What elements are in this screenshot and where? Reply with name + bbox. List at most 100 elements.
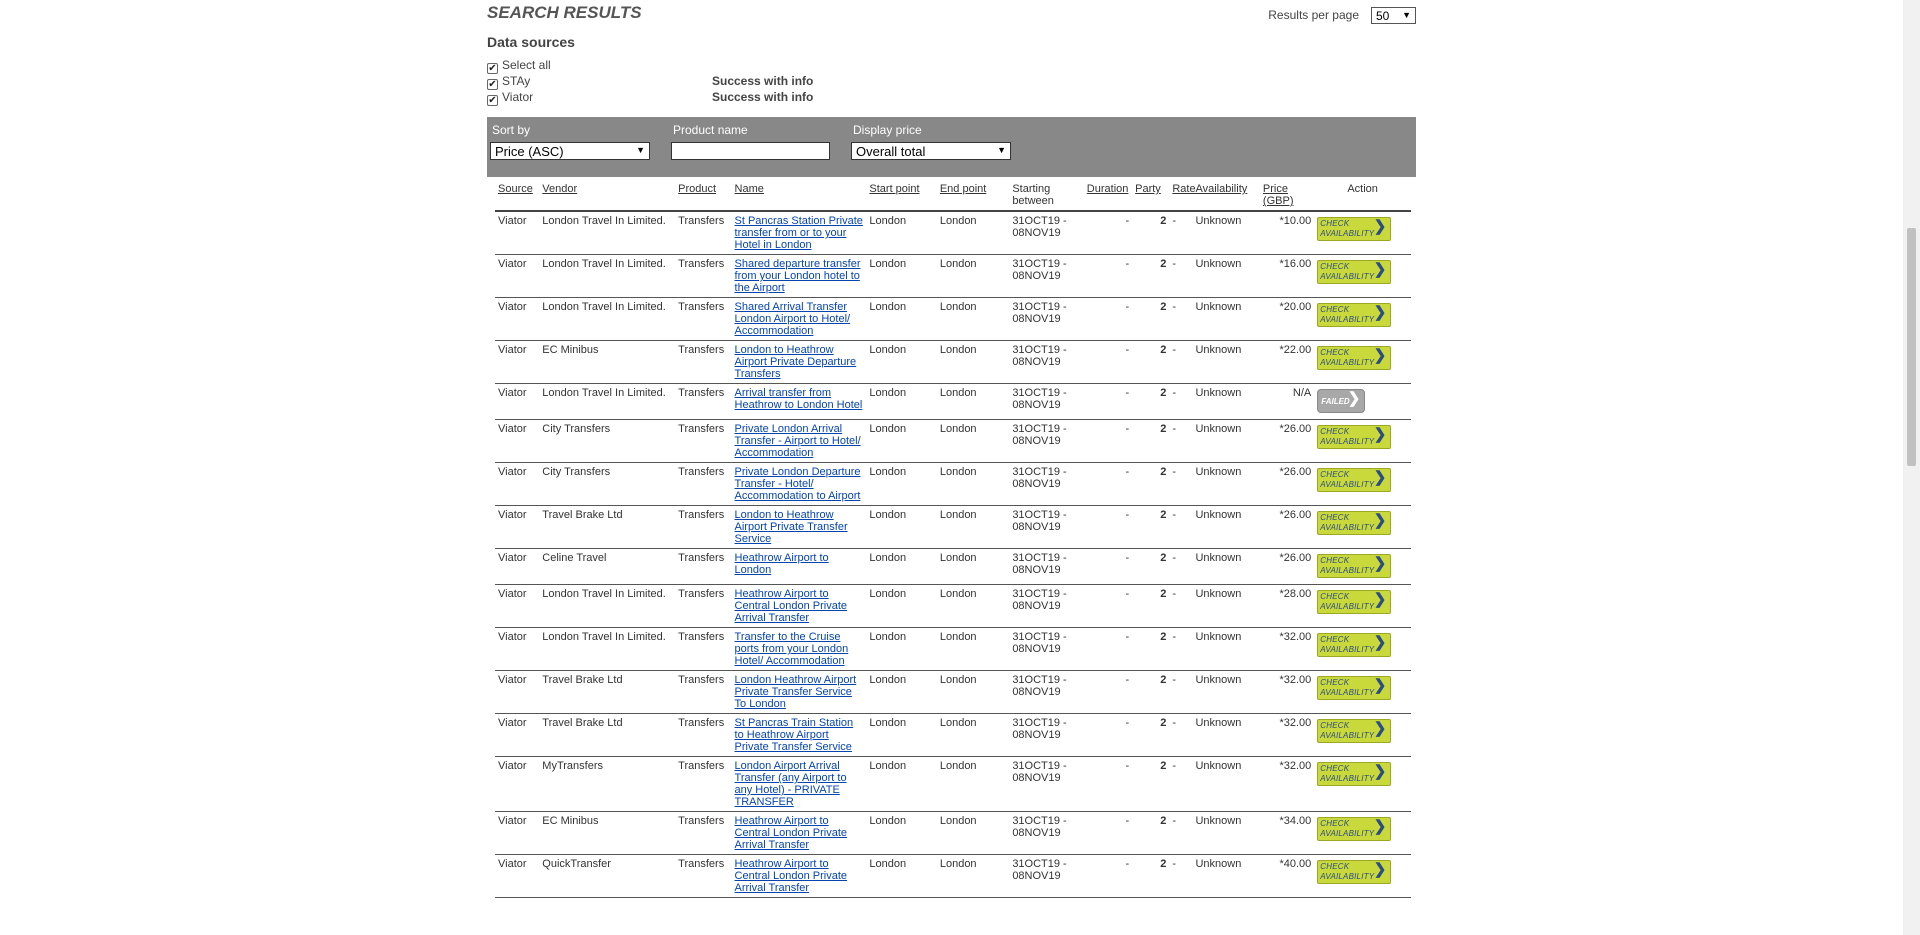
header-end-point[interactable]: End point [936, 182, 1010, 212]
check-availability-button[interactable]: CHECK AVAILABILITY ❯ [1317, 303, 1392, 327]
check-availability-button[interactable]: CHECK AVAILABILITY ❯ [1317, 260, 1392, 284]
check-availability-button[interactable]: CHECK AVAILABILITY ❯ [1317, 511, 1392, 535]
viator-checkbox[interactable]: ✔ [487, 95, 498, 106]
header-name[interactable]: Name [731, 182, 867, 212]
cell-availability: Unknown [1192, 297, 1260, 341]
product-name-link[interactable]: St Pancras Station Private transfer from… [735, 215, 863, 251]
display-price-value: Overall total [856, 144, 926, 159]
header-duration[interactable]: Duration [1083, 182, 1133, 212]
product-name-link[interactable]: Heathrow Airport to Central London Priva… [735, 588, 848, 624]
check-availability-button[interactable]: CHECK AVAILABILITY ❯ [1317, 468, 1392, 492]
cell-availability: Unknown [1192, 756, 1260, 812]
cell-vendor: London Travel In Limited. [539, 211, 676, 255]
check-availability-button[interactable]: CHECK AVAILABILITY ❯ [1317, 719, 1392, 743]
header-rate[interactable]: Rate [1169, 182, 1196, 212]
product-name-link[interactable]: Heathrow Airport to London [735, 552, 829, 576]
cell-product: Transfers [675, 211, 732, 255]
cell-duration: - [1083, 584, 1133, 628]
product-name-link[interactable]: Shared departure transfer from your Lond… [735, 258, 861, 294]
cell-name: Shared departure transfer from your Lond… [731, 254, 867, 298]
stay-checkbox[interactable]: ✔ [487, 79, 498, 90]
results-per-page-value: 50 [1376, 9, 1390, 23]
sort-by-select[interactable]: Price (ASC) ▼ [490, 142, 650, 160]
cell-start: London [866, 462, 937, 506]
table-row: Viator London Travel In Limited. Transfers… [495, 297, 1411, 341]
select-all-checkbox[interactable]: ✔ [487, 63, 498, 74]
check-availability-button[interactable]: CHECK AVAILABILITY ❯ [1317, 817, 1392, 841]
cell-rate: - [1169, 627, 1193, 671]
check-availability-button[interactable]: CHECK AVAILABILITY ❯ [1317, 590, 1392, 614]
sort-by-value: Price (ASC) [495, 144, 564, 159]
results-per-page-select[interactable]: 50 ▼ [1371, 7, 1416, 24]
check-availability-button[interactable]: CHECK AVAILABILITY ❯ [1317, 860, 1392, 884]
cell-source: Viator [495, 584, 540, 628]
chevron-right-icon: ❯ [1373, 469, 1387, 486]
cell-start: London [866, 548, 937, 585]
product-name-link[interactable]: Private London Arrival Transfer - Airpor… [735, 423, 861, 459]
cell-price: *32.00 [1259, 627, 1315, 671]
cell-start: London [866, 505, 937, 549]
header-party[interactable]: Party [1132, 182, 1170, 212]
table-row: Viator QuickTransfer Transfers Heathrow Air… [495, 854, 1411, 898]
product-name-link[interactable]: Private London Departure Transfer - Hote… [735, 466, 861, 502]
cell-party: 2 [1132, 670, 1170, 714]
display-price-select[interactable]: Overall total ▼ [851, 142, 1011, 160]
cell-product: Transfers [675, 670, 732, 714]
scrollbar-thumb[interactable] [1907, 228, 1916, 466]
header-start-point[interactable]: Start point [866, 182, 937, 212]
cell-party: 2 [1132, 297, 1170, 341]
product-name-link[interactable]: Transfer to the Cruise ports from your L… [735, 631, 849, 667]
cell-rate: - [1169, 756, 1193, 812]
cell-start: London [866, 584, 937, 628]
cell-source: Viator [495, 854, 540, 898]
cell-rate: - [1169, 854, 1193, 898]
check-availability-button[interactable]: CHECK AVAILABILITY ❯ [1317, 633, 1392, 657]
header-price[interactable]: Price (GBP) [1259, 182, 1315, 212]
header-availability[interactable]: Availability [1192, 182, 1260, 212]
cell-party: 2 [1132, 340, 1170, 384]
cell-vendor: Travel Brake Ltd [539, 713, 676, 757]
chevron-right-icon: ❯ [1373, 861, 1387, 878]
check-availability-button[interactable]: CHECK AVAILABILITY ❯ [1317, 762, 1392, 786]
product-name-link[interactable]: London to Heathrow Airport Private Depar… [735, 344, 857, 380]
cell-start: London [866, 670, 937, 714]
product-name-link[interactable]: London to Heathrow Airport Private Trans… [735, 509, 848, 545]
cell-vendor: City Transfers [539, 462, 676, 506]
product-name-link[interactable]: Arrival transfer from Heathrow to London… [735, 387, 863, 411]
cell-source: Viator [495, 756, 540, 812]
cell-end: London [936, 713, 1010, 757]
vertical-scrollbar[interactable] [1903, 0, 1920, 935]
product-name-link[interactable]: Heathrow Airport to Central London Priva… [735, 858, 848, 894]
cell-duration: - [1083, 627, 1133, 671]
check-availability-button[interactable]: CHECK AVAILABILITY ❯ [1317, 554, 1392, 578]
product-name-input[interactable] [671, 142, 830, 160]
check-availability-button[interactable]: CHECK AVAILABILITY ❯ [1317, 346, 1392, 370]
cell-duration: - [1083, 419, 1133, 463]
product-name-link[interactable]: Shared Arrival Transfer London Airport t… [735, 301, 851, 337]
product-name-link[interactable]: London Airport Arrival Transfer (any Air… [735, 760, 847, 808]
cell-start: London [866, 419, 937, 463]
cell-product: Transfers [675, 713, 732, 757]
header-vendor[interactable]: Vendor [539, 182, 676, 212]
cell-action: CHECK AVAILABILITY ❯ [1314, 297, 1411, 341]
product-name-link[interactable]: St Pancras Train Station to Heathrow Air… [735, 717, 854, 753]
cell-starting: 31OCT19 - 08NOV19 [1009, 383, 1084, 420]
cell-source: Viator [495, 383, 540, 420]
cell-vendor: EC Minibus [539, 340, 676, 384]
check-availability-button[interactable]: CHECK AVAILABILITY ❯ [1317, 425, 1392, 449]
sort-by-label: Sort by [492, 123, 531, 137]
filter-bar: Sort by Price (ASC) ▼ Product name Displ… [487, 117, 1416, 177]
product-name-link[interactable]: Heathrow Airport to Central London Priva… [735, 815, 848, 851]
product-name-link[interactable]: London Heathrow Airport Private Transfer… [735, 674, 857, 710]
cell-price: *26.00 [1259, 505, 1315, 549]
check-availability-button[interactable]: CHECK AVAILABILITY ❯ [1317, 676, 1392, 700]
cell-duration: - [1083, 211, 1133, 255]
cell-end: London [936, 340, 1010, 384]
header-product[interactable]: Product [675, 182, 732, 212]
cell-product: Transfers [675, 854, 732, 898]
chevron-right-icon: ❯ [1373, 261, 1387, 278]
table-row: Viator EC Minibus Transfers London to Heath… [495, 340, 1411, 384]
check-availability-button[interactable]: CHECK AVAILABILITY ❯ [1317, 217, 1392, 241]
header-source[interactable]: Source [495, 182, 540, 212]
failed-label: FAILED [1321, 397, 1350, 406]
